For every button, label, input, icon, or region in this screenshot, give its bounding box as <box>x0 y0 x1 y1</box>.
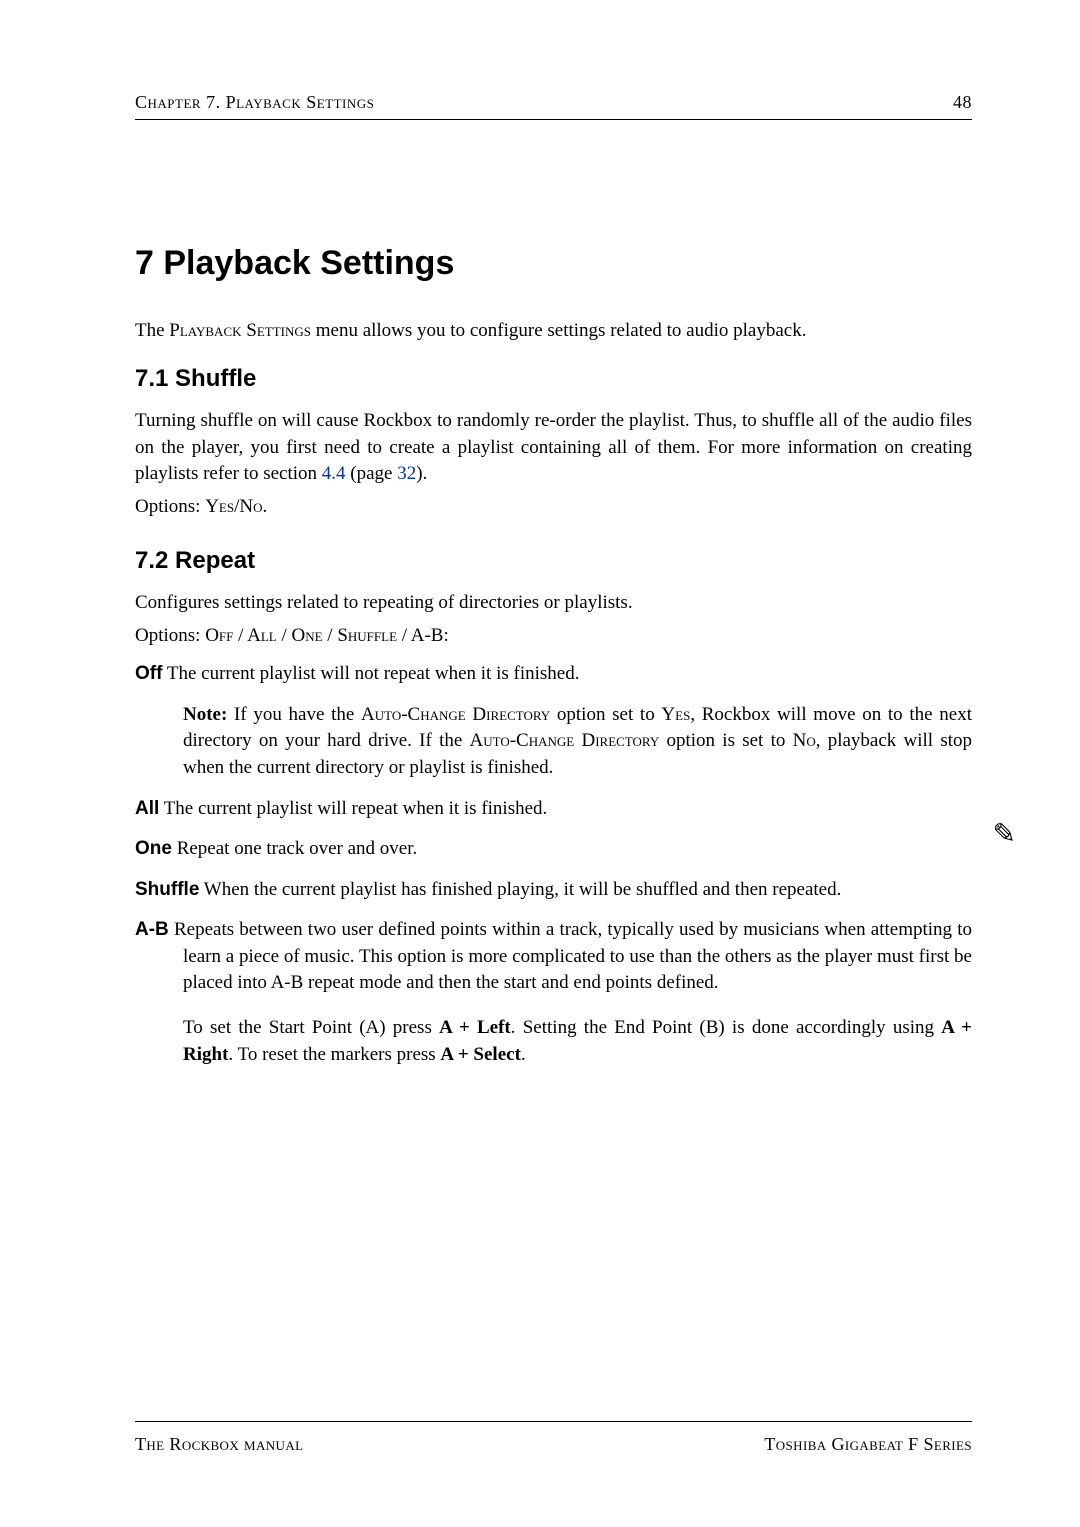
option-off: Off The current playlist will not repeat… <box>135 661 972 688</box>
option-text: The current playlist will not repeat whe… <box>162 663 579 684</box>
text: Turning shuffle on will cause Rockbox to… <box>135 410 972 484</box>
text: / A-B: <box>397 625 449 646</box>
text: option set to <box>550 704 661 725</box>
option-all: All The current playlist will repeat whe… <box>135 796 972 823</box>
footer-left: The Rockbox manual <box>135 1432 303 1457</box>
intro-paragraph: The Playback Settings menu allows you to… <box>135 318 972 345</box>
page-link[interactable]: 32 <box>397 463 416 484</box>
note-icon: ✎ <box>993 815 1016 854</box>
page-header: Chapter 7. Playback Settings 48 <box>135 90 972 120</box>
text: ). <box>416 463 427 484</box>
option-values: Yes/No <box>205 496 262 517</box>
footer-right: Toshiba Gigabeat F Series <box>764 1432 972 1457</box>
option-values: Off / All / One / Shuffle <box>205 625 397 646</box>
option-text: When the current playlist has finished p… <box>199 879 841 900</box>
option-text: The current playlist will repeat when it… <box>159 798 547 819</box>
option-label: Off <box>135 663 162 684</box>
option-text: Repeat one track over and over. <box>172 838 417 859</box>
option-label: One <box>135 838 172 859</box>
text: The <box>135 320 169 341</box>
repeat-options-line: Options: Off / All / One / Shuffle / A-B… <box>135 623 972 650</box>
text: . <box>262 496 267 517</box>
text: Options: <box>135 625 205 646</box>
text: Options: <box>135 496 205 517</box>
option-name: Auto-Change Directory <box>361 704 550 725</box>
option-label: A-B <box>135 919 169 940</box>
text: option is set to <box>659 730 792 751</box>
note-label: Note: <box>183 704 227 725</box>
option-ab-instructions: To set the Start Point (A) press A + Lef… <box>135 1015 972 1068</box>
header-page-number: 48 <box>953 90 972 115</box>
shuffle-paragraph-1: Turning shuffle on will cause Rockbox to… <box>135 408 972 488</box>
section-7-1-title: 7.1 Shuffle <box>135 362 972 396</box>
key-combo: A + Select <box>440 1044 520 1065</box>
text: (page <box>346 463 398 484</box>
key-combo: A + Left <box>439 1017 511 1038</box>
option-value: No <box>793 730 816 751</box>
option-text: Repeats between two user defined points … <box>169 919 972 993</box>
text: . <box>521 1044 526 1065</box>
note-block: Note: If you have the Auto-Change Direct… <box>135 702 972 782</box>
definition-list: Off The current playlist will not repeat… <box>135 661 972 1068</box>
footer-rule <box>135 1421 972 1422</box>
section-link[interactable]: 4.4 <box>322 463 346 484</box>
text: . To reset the markers press <box>228 1044 440 1065</box>
repeat-paragraph-1: Configures settings related to repeating… <box>135 590 972 617</box>
page-footer: The Rockbox manual Toshiba Gigabeat F Se… <box>135 1432 972 1457</box>
section-7-2-title: 7.2 Repeat <box>135 544 972 578</box>
option-label: All <box>135 798 159 819</box>
option-ab: A-B Repeats between two user defined poi… <box>135 917 972 997</box>
option-label: Shuffle <box>135 879 199 900</box>
text: If you have the <box>227 704 361 725</box>
option-name: Auto-Change Directory <box>470 730 660 751</box>
option-value: Yes <box>661 704 690 725</box>
text: menu allows you to configure settings re… <box>311 320 806 341</box>
shuffle-options: Options: Yes/No. <box>135 494 972 521</box>
option-shuffle: Shuffle When the current playlist has fi… <box>135 877 972 904</box>
text: To set the Start Point (A) press <box>183 1017 439 1038</box>
text: . Setting the End Point (B) is done acco… <box>511 1017 942 1038</box>
header-left: Chapter 7. Playback Settings <box>135 90 374 115</box>
chapter-title: 7 Playback Settings <box>135 240 972 288</box>
menu-name: Playback Settings <box>169 320 311 341</box>
option-one: One Repeat one track over and over. <box>135 836 972 863</box>
